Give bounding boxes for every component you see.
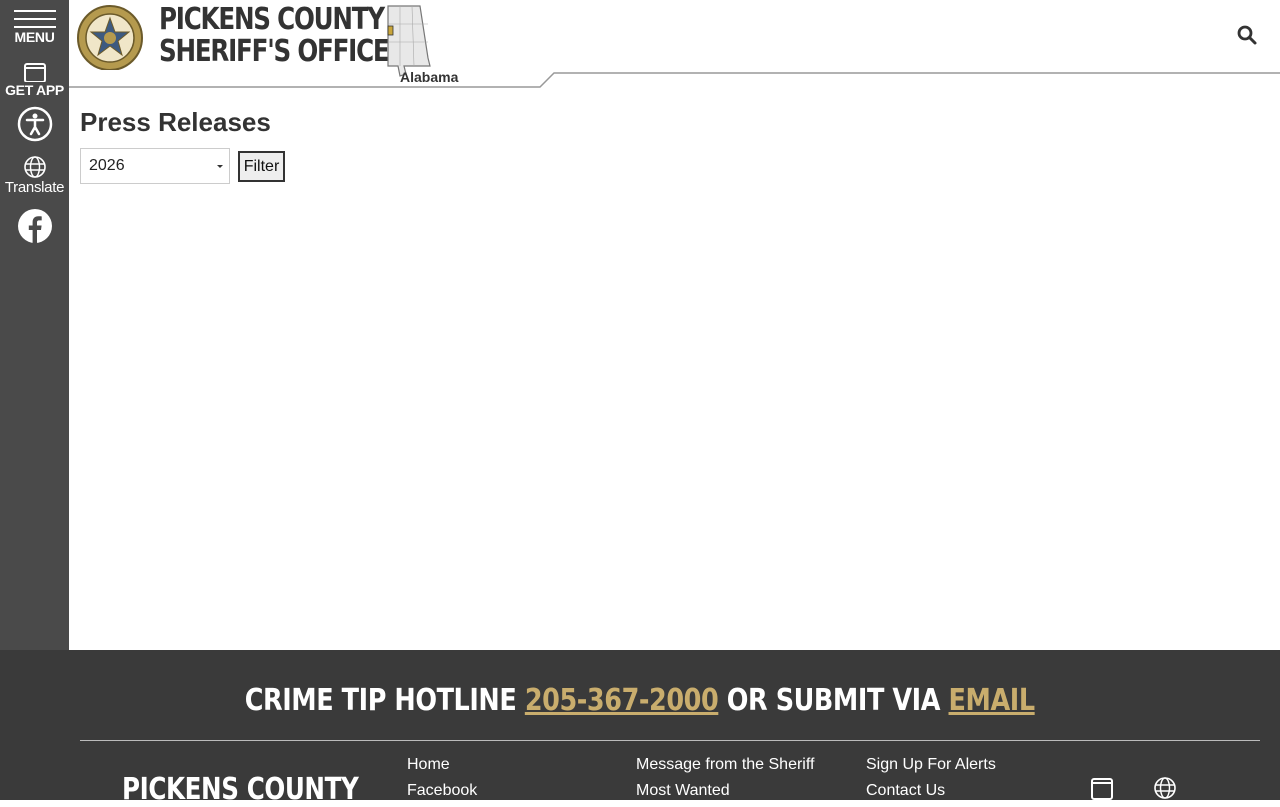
page-title: Press Releases: [80, 107, 271, 137]
footer-link-most-wanted[interactable]: Most Wanted: [636, 778, 814, 804]
facebook-icon: [17, 209, 52, 243]
footer-links-col1: Home Facebook: [407, 752, 477, 804]
get-app-button[interactable]: GET APP: [0, 62, 69, 98]
phone-app-icon: [23, 63, 46, 82]
footer-brand: PICKENS COUNTY: [122, 772, 359, 807]
translate-button[interactable]: Translate: [0, 155, 69, 196]
hotline-prefix: CRIME TIP HOTLINE: [245, 683, 517, 718]
crime-tip-hotline: CRIME TIP HOTLINE 205-367-2000 OR SUBMIT…: [0, 683, 1280, 718]
globe-icon[interactable]: [1153, 776, 1177, 800]
footer-link-home[interactable]: Home: [407, 752, 477, 778]
hotline-middle: OR SUBMIT VIA: [727, 683, 941, 718]
footer-link-contact[interactable]: Contact Us: [866, 778, 996, 804]
accessibility-icon: [17, 106, 52, 142]
menu-button[interactable]: MENU: [0, 10, 69, 45]
footer-divider: [80, 740, 1260, 741]
footer-link-message[interactable]: Message from the Sheriff: [636, 752, 814, 778]
sheriff-badge-logo[interactable]: [75, 5, 145, 70]
globe-icon: [23, 156, 46, 178]
footer-links-col2: Message from the Sheriff Most Wanted: [636, 752, 814, 804]
footer-link-alerts[interactable]: Sign Up For Alerts: [866, 752, 996, 778]
year-select-value: 2026: [89, 157, 125, 174]
chevron-down-icon: [217, 165, 223, 168]
hotline-email-link[interactable]: EMAIL: [949, 683, 1036, 718]
left-sidebar: MENU GET APP Translate: [0, 0, 69, 650]
search-icon[interactable]: [1236, 24, 1258, 46]
hotline-phone-link[interactable]: 205-367-2000: [525, 683, 719, 718]
get-app-label: GET APP: [5, 82, 64, 98]
site-title-line1: PICKENS COUNTY: [159, 2, 385, 37]
filter-button[interactable]: Filter: [238, 151, 285, 182]
menu-label: MENU: [14, 29, 55, 45]
footer-links-col3: Sign Up For Alerts Contact Us: [866, 752, 996, 804]
site-header: PICKENS COUNTY SHERIFF'S OFFICE Alabama: [69, 0, 1280, 90]
state-label: Alabama: [400, 69, 459, 85]
site-footer: CRIME TIP HOTLINE 205-367-2000 OR SUBMIT…: [0, 650, 1280, 807]
footer-link-facebook[interactable]: Facebook: [407, 778, 477, 804]
site-title-line2: SHERIFF'S OFFICE: [159, 34, 390, 69]
translate-label: Translate: [4, 179, 65, 196]
accessibility-button[interactable]: [0, 106, 69, 142]
facebook-link[interactable]: [0, 208, 69, 244]
menu-icon: [13, 10, 56, 28]
year-select[interactable]: 2026: [80, 148, 230, 184]
phone-app-icon[interactable]: [1090, 776, 1114, 800]
alabama-map-icon: [387, 5, 431, 77]
